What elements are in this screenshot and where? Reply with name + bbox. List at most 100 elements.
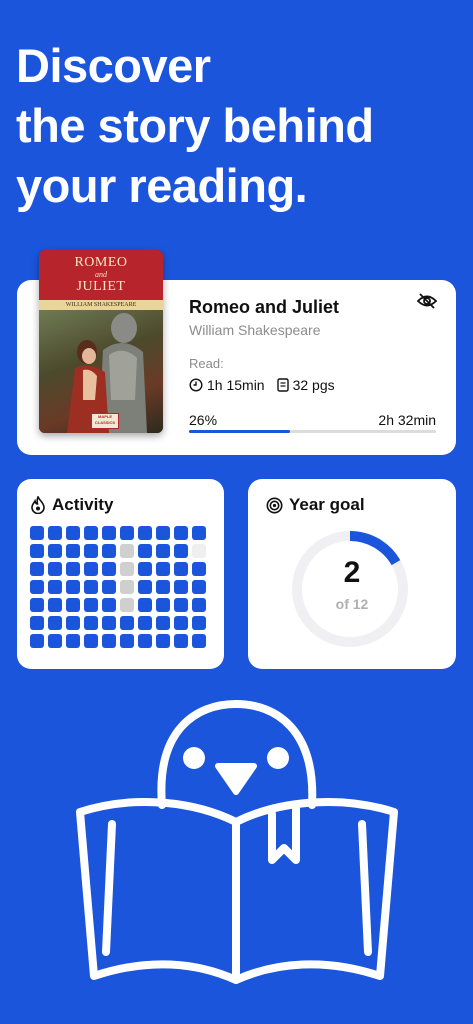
activity-day-cell	[192, 544, 206, 558]
page-icon	[276, 378, 289, 392]
activity-day-cell	[192, 616, 206, 630]
reading-progress-bar	[189, 430, 436, 433]
activity-day-cell	[66, 616, 80, 630]
activity-day-cell	[138, 634, 152, 648]
activity-day-cell	[84, 580, 98, 594]
cover-author: WILLIAM SHAKESPEARE	[39, 300, 163, 310]
activity-day-cell	[156, 526, 170, 540]
activity-day-cell	[174, 580, 188, 594]
book-title: Romeo and Juliet	[189, 297, 340, 317]
activity-day-cell	[30, 544, 44, 558]
activity-day-cell	[174, 526, 188, 540]
activity-day-cell	[84, 634, 98, 648]
activity-day-cell	[156, 544, 170, 558]
activity-day-cell	[66, 580, 80, 594]
activity-day-cell	[138, 526, 152, 540]
reading-progress-fill	[189, 430, 291, 433]
activity-day-cell	[84, 616, 98, 630]
activity-day-cell	[30, 580, 44, 594]
activity-day-cell	[84, 526, 98, 540]
goal-target: of 12	[335, 596, 369, 612]
activity-day-cell	[174, 598, 188, 612]
activity-day-cell	[174, 562, 188, 576]
activity-day-cell	[138, 598, 152, 612]
activity-day-cell	[120, 598, 134, 612]
goal-title-label: Year goal	[289, 495, 365, 514]
activity-day-cell	[102, 544, 116, 558]
progress-percent: 26%	[189, 412, 218, 428]
activity-day-cell	[66, 634, 80, 648]
activity-day-cell	[48, 616, 62, 630]
target-icon	[266, 497, 283, 513]
cover-title-line-2: JULIET	[76, 279, 126, 294]
activity-day-cell	[192, 562, 206, 576]
activity-day-cell	[138, 580, 152, 594]
activity-day-cell	[66, 526, 80, 540]
activity-day-cell	[30, 598, 44, 612]
pages-stat: 32 pgs	[276, 377, 335, 393]
activity-day-cell	[174, 544, 188, 558]
activity-day-cell	[174, 616, 188, 630]
activity-day-cell	[156, 580, 170, 594]
flame-icon	[31, 496, 45, 514]
activity-day-cell	[48, 526, 62, 540]
headline-line-3: your reading.	[16, 159, 308, 212]
activity-day-cell	[120, 634, 134, 648]
eye-slash-icon[interactable]	[416, 293, 438, 314]
activity-day-cell	[102, 562, 116, 576]
activity-card[interactable]: Activity	[17, 479, 224, 669]
cover-title-and: and	[95, 270, 107, 279]
activity-day-cell	[120, 580, 134, 594]
activity-day-cell	[102, 526, 116, 540]
activity-heatmap	[30, 526, 206, 648]
headline-line-1: Discover	[16, 39, 211, 92]
activity-day-cell	[120, 616, 134, 630]
activity-day-cell	[192, 580, 206, 594]
time-remaining: 2h 32min	[378, 412, 436, 428]
activity-day-cell	[192, 634, 206, 648]
activity-day-cell	[102, 580, 116, 594]
activity-day-cell	[102, 616, 116, 630]
activity-day-cell	[48, 598, 62, 612]
activity-day-cell	[48, 544, 62, 558]
goal-title: Year goal	[266, 495, 365, 515]
activity-day-cell	[156, 562, 170, 576]
activity-day-cell	[156, 616, 170, 630]
activity-day-cell	[48, 634, 62, 648]
bird-reading-book-icon	[76, 700, 398, 984]
activity-day-cell	[84, 544, 98, 558]
clock-icon	[189, 378, 203, 392]
headline-line-2: the story behind	[16, 99, 374, 152]
headline: Discover the story behind your reading.	[16, 36, 466, 216]
activity-day-cell	[138, 616, 152, 630]
activity-day-cell	[174, 634, 188, 648]
activity-day-cell	[156, 598, 170, 612]
activity-day-cell	[102, 598, 116, 612]
activity-day-cell	[156, 634, 170, 648]
activity-day-cell	[30, 634, 44, 648]
activity-day-cell	[84, 562, 98, 576]
activity-day-cell	[138, 544, 152, 558]
activity-day-cell	[192, 526, 206, 540]
activity-day-cell	[30, 562, 44, 576]
activity-title-label: Activity	[52, 495, 114, 514]
activity-day-cell	[48, 562, 62, 576]
activity-day-cell	[66, 598, 80, 612]
activity-day-cell	[30, 526, 44, 540]
cover-publisher-badge: MAPLE CLASSICS	[91, 413, 119, 429]
activity-day-cell	[66, 562, 80, 576]
activity-title: Activity	[30, 495, 113, 515]
activity-day-cell	[84, 598, 98, 612]
book-cover[interactable]: ROMEO and JULIET WILLIAM SHAKESPEARE MAP…	[39, 250, 163, 433]
activity-day-cell	[66, 544, 80, 558]
read-label: Read:	[189, 356, 224, 371]
reading-stats: 1h 15min 32 pgs	[189, 377, 335, 393]
cover-title-band: ROMEO and JULIET	[39, 250, 163, 300]
activity-day-cell	[102, 634, 116, 648]
year-goal-card[interactable]: Year goal 2 of 12	[248, 479, 456, 669]
activity-day-cell	[30, 616, 44, 630]
read-time: 1h 15min	[207, 377, 265, 393]
pages-read: 32 pgs	[292, 377, 335, 393]
cover-title-line-1: ROMEO	[74, 255, 128, 270]
book-author: William Shakespeare	[189, 322, 321, 338]
